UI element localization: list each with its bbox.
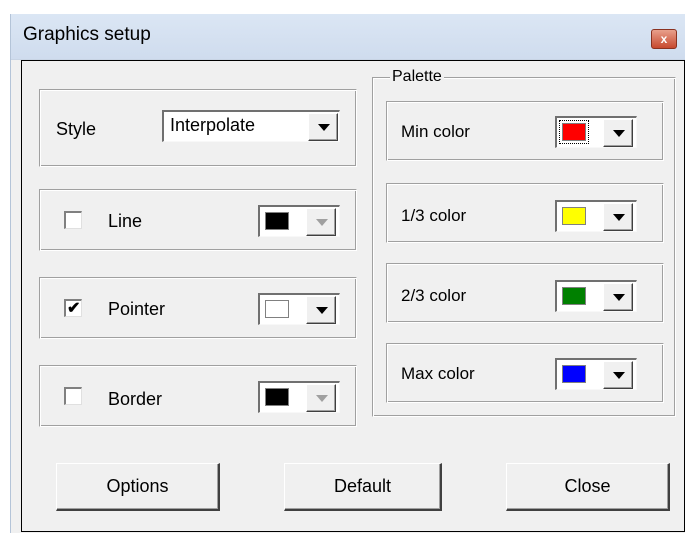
dialog-client-area: Style Interpolate Line ✔ Pointer Border … bbox=[21, 60, 685, 532]
close-icon: x bbox=[660, 32, 668, 46]
line-label: Line bbox=[108, 211, 143, 231]
pointer-color-swatch bbox=[265, 300, 289, 318]
pointer-color-dropdown-button[interactable] bbox=[306, 296, 336, 324]
window-title: Graphics setup bbox=[23, 24, 151, 45]
chevron-down-icon bbox=[613, 372, 625, 379]
chevron-down-icon bbox=[613, 130, 625, 137]
chevron-down-icon bbox=[613, 294, 625, 301]
chevron-down-icon bbox=[613, 214, 625, 221]
min-color-group: Min color bbox=[386, 101, 664, 161]
third-color-group: 1/3 color bbox=[386, 183, 664, 243]
style-group: Style Interpolate bbox=[39, 89, 357, 167]
style-select[interactable]: Interpolate bbox=[162, 110, 340, 142]
third-color-label: 1/3 color bbox=[401, 206, 467, 225]
min-color-dropdown-button[interactable] bbox=[603, 119, 633, 147]
twothird-color-label: 2/3 color bbox=[401, 286, 467, 305]
line-color-swatch bbox=[265, 212, 289, 230]
max-color-select[interactable] bbox=[555, 358, 637, 390]
twothird-color-select[interactable] bbox=[555, 280, 637, 312]
window-close-button[interactable]: x bbox=[651, 29, 677, 49]
pointer-group: ✔ Pointer bbox=[39, 277, 357, 339]
min-color-select[interactable] bbox=[555, 116, 637, 148]
close-button[interactable]: Close bbox=[506, 463, 670, 511]
pointer-label: Pointer bbox=[108, 299, 166, 319]
line-color-select[interactable] bbox=[258, 205, 340, 237]
chevron-down-icon bbox=[316, 307, 328, 314]
default-button[interactable]: Default bbox=[284, 463, 442, 511]
max-color-label: Max color bbox=[401, 364, 475, 383]
border-color-dropdown-button[interactable] bbox=[306, 384, 336, 412]
graphics-setup-window: Graphics setup x Style Interpolate Line bbox=[10, 14, 685, 533]
style-select-value: Interpolate bbox=[170, 115, 256, 135]
border-group: Border bbox=[39, 365, 357, 427]
third-color-swatch bbox=[562, 207, 586, 225]
style-label: Style bbox=[56, 119, 97, 139]
line-checkbox[interactable] bbox=[64, 211, 82, 229]
line-color-dropdown-button[interactable] bbox=[306, 208, 336, 236]
chevron-down-icon bbox=[316, 219, 328, 226]
third-color-select[interactable] bbox=[555, 200, 637, 232]
twothird-color-group: 2/3 color bbox=[386, 263, 664, 323]
line-group: Line bbox=[39, 189, 357, 251]
max-color-dropdown-button[interactable] bbox=[603, 361, 633, 389]
third-color-dropdown-button[interactable] bbox=[603, 203, 633, 231]
title-bar: Graphics setup x bbox=[11, 14, 685, 60]
pointer-checkmark-icon: ✔ bbox=[67, 300, 81, 317]
border-color-swatch bbox=[265, 388, 289, 406]
chevron-down-icon bbox=[318, 124, 330, 131]
border-label: Border bbox=[108, 389, 163, 409]
min-color-swatch bbox=[559, 120, 589, 144]
pointer-checkbox[interactable]: ✔ bbox=[64, 299, 82, 317]
min-color-label: Min color bbox=[401, 122, 470, 141]
max-color-swatch bbox=[562, 365, 586, 383]
chevron-down-icon bbox=[316, 395, 328, 402]
style-dropdown-button[interactable] bbox=[308, 113, 338, 141]
pointer-color-select[interactable] bbox=[258, 293, 340, 325]
twothird-color-swatch bbox=[562, 287, 586, 305]
twothird-color-dropdown-button[interactable] bbox=[603, 283, 633, 311]
border-color-select[interactable] bbox=[258, 381, 340, 413]
max-color-group: Max color bbox=[386, 343, 664, 403]
border-checkbox[interactable] bbox=[64, 387, 82, 405]
palette-title: Palette bbox=[390, 68, 444, 86]
options-button[interactable]: Options bbox=[56, 463, 220, 511]
